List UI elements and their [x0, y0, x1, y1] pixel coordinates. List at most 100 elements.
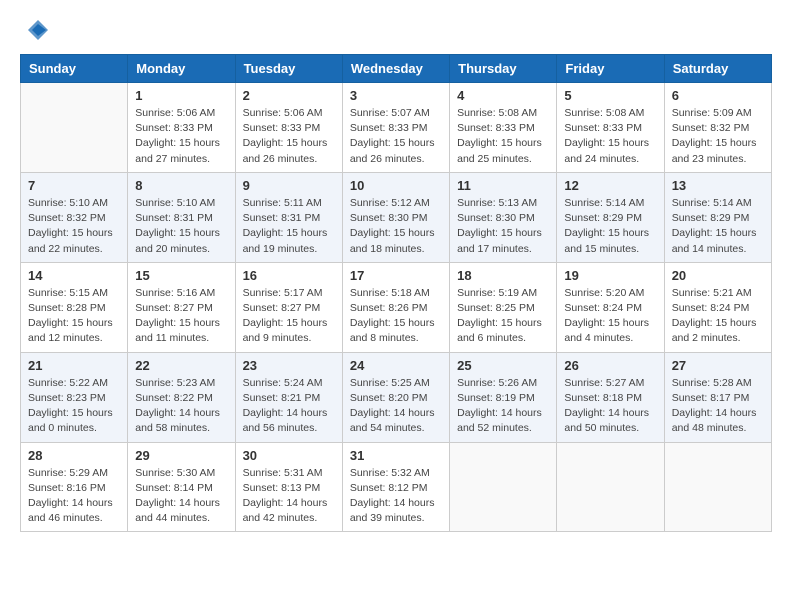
day-number: 28: [28, 448, 120, 463]
day-info: Sunrise: 5:30 AM Sunset: 8:14 PM Dayligh…: [135, 466, 227, 527]
day-number: 5: [564, 88, 656, 103]
day-info: Sunrise: 5:06 AM Sunset: 8:33 PM Dayligh…: [243, 106, 335, 167]
day-number: 29: [135, 448, 227, 463]
calendar-cell: 3 Sunrise: 5:07 AM Sunset: 8:33 PM Daylig…: [342, 83, 449, 173]
day-info: Sunrise: 5:13 AM Sunset: 8:30 PM Dayligh…: [457, 196, 549, 257]
calendar-cell: 30Sunrise: 5:31 AM Sunset: 8:13 PM Dayli…: [235, 442, 342, 532]
calendar-cell: 17 Sunrise: 5:18 AM Sunset: 8:26 PM Dayli…: [342, 262, 449, 352]
day-number: 22: [135, 358, 227, 373]
day-number: 17: [350, 268, 442, 283]
calendar-cell: 22Sunrise: 5:23 AM Sunset: 8:22 PM Dayli…: [128, 352, 235, 442]
day-info: Sunrise: 5:24 AM Sunset: 8:21 PM Dayligh…: [243, 376, 335, 437]
calendar-cell: 1 Sunrise: 5:06 AM Sunset: 8:33 PM Daylig…: [128, 83, 235, 173]
calendar-cell: [664, 442, 771, 532]
day-info: Sunrise: 5:10 AM Sunset: 8:31 PM Dayligh…: [135, 196, 227, 257]
calendar-cell: 5 Sunrise: 5:08 AM Sunset: 8:33 PM Daylig…: [557, 83, 664, 173]
day-info: Sunrise: 5:14 AM Sunset: 8:29 PM Dayligh…: [564, 196, 656, 257]
day-info: Sunrise: 5:20 AM Sunset: 8:24 PM Dayligh…: [564, 286, 656, 347]
day-number: 2: [243, 88, 335, 103]
calendar-cell: 13 Sunrise: 5:14 AM Sunset: 8:29 PM Dayli…: [664, 172, 771, 262]
day-number: 26: [564, 358, 656, 373]
day-number: 8: [135, 178, 227, 193]
col-header-tuesday: Tuesday: [235, 55, 342, 83]
col-header-sunday: Sunday: [21, 55, 128, 83]
day-number: 11: [457, 178, 549, 193]
day-number: 15: [135, 268, 227, 283]
day-info: Sunrise: 5:28 AM Sunset: 8:17 PM Dayligh…: [672, 376, 764, 437]
calendar-header-row: SundayMondayTuesdayWednesdayThursdayFrid…: [21, 55, 772, 83]
day-number: 6: [672, 88, 764, 103]
calendar-cell: 18Sunrise: 5:19 AM Sunset: 8:25 PM Dayli…: [450, 262, 557, 352]
day-number: 24: [350, 358, 442, 373]
calendar-cell: 6 Sunrise: 5:09 AM Sunset: 8:32 PM Daylig…: [664, 83, 771, 173]
calendar-cell: 9 Sunrise: 5:11 AM Sunset: 8:31 PM Daylig…: [235, 172, 342, 262]
day-number: 13: [672, 178, 764, 193]
day-info: Sunrise: 5:22 AM Sunset: 8:23 PM Dayligh…: [28, 376, 120, 437]
calendar-cell: 27 Sunrise: 5:28 AM Sunset: 8:17 PM Dayli…: [664, 352, 771, 442]
calendar-cell: 16Sunrise: 5:17 AM Sunset: 8:27 PM Dayli…: [235, 262, 342, 352]
calendar-cell: 11 Sunrise: 5:13 AM Sunset: 8:30 PM Dayli…: [450, 172, 557, 262]
col-header-thursday: Thursday: [450, 55, 557, 83]
calendar-cell: 8 Sunrise: 5:10 AM Sunset: 8:31 PM Daylig…: [128, 172, 235, 262]
calendar-table: SundayMondayTuesdayWednesdayThursdayFrid…: [20, 54, 772, 532]
day-number: 7: [28, 178, 120, 193]
day-number: 9: [243, 178, 335, 193]
day-info: Sunrise: 5:14 AM Sunset: 8:29 PM Dayligh…: [672, 196, 764, 257]
day-info: Sunrise: 5:08 AM Sunset: 8:33 PM Dayligh…: [457, 106, 549, 167]
day-info: Sunrise: 5:21 AM Sunset: 8:24 PM Dayligh…: [672, 286, 764, 347]
page-header: [20, 20, 772, 44]
day-number: 27: [672, 358, 764, 373]
calendar-cell: 10Sunrise: 5:12 AM Sunset: 8:30 PM Dayli…: [342, 172, 449, 262]
calendar-week-row: 28 Sunrise: 5:29 AM Sunset: 8:16 PM Dayli…: [21, 442, 772, 532]
day-info: Sunrise: 5:27 AM Sunset: 8:18 PM Dayligh…: [564, 376, 656, 437]
calendar-week-row: 21 Sunrise: 5:22 AM Sunset: 8:23 PM Dayli…: [21, 352, 772, 442]
day-number: 1: [135, 88, 227, 103]
day-number: 16: [243, 268, 335, 283]
day-info: Sunrise: 5:07 AM Sunset: 8:33 PM Dayligh…: [350, 106, 442, 167]
col-header-friday: Friday: [557, 55, 664, 83]
calendar-cell: 25Sunrise: 5:26 AM Sunset: 8:19 PM Dayli…: [450, 352, 557, 442]
day-info: Sunrise: 5:10 AM Sunset: 8:32 PM Dayligh…: [28, 196, 120, 257]
day-info: Sunrise: 5:31 AM Sunset: 8:13 PM Dayligh…: [243, 466, 335, 527]
calendar-cell: 24 Sunrise: 5:25 AM Sunset: 8:20 PM Dayli…: [342, 352, 449, 442]
calendar-cell: 28 Sunrise: 5:29 AM Sunset: 8:16 PM Dayli…: [21, 442, 128, 532]
col-header-monday: Monday: [128, 55, 235, 83]
day-number: 20: [672, 268, 764, 283]
day-info: Sunrise: 5:08 AM Sunset: 8:33 PM Dayligh…: [564, 106, 656, 167]
logo: [20, 20, 52, 44]
day-info: Sunrise: 5:32 AM Sunset: 8:12 PM Dayligh…: [350, 466, 442, 527]
col-header-wednesday: Wednesday: [342, 55, 449, 83]
calendar-cell: 23Sunrise: 5:24 AM Sunset: 8:21 PM Dayli…: [235, 352, 342, 442]
day-info: Sunrise: 5:19 AM Sunset: 8:25 PM Dayligh…: [457, 286, 549, 347]
calendar-cell: 31 Sunrise: 5:32 AM Sunset: 8:12 PM Dayli…: [342, 442, 449, 532]
day-number: 21: [28, 358, 120, 373]
calendar-cell: 14 Sunrise: 5:15 AM Sunset: 8:28 PM Dayli…: [21, 262, 128, 352]
day-info: Sunrise: 5:16 AM Sunset: 8:27 PM Dayligh…: [135, 286, 227, 347]
col-header-saturday: Saturday: [664, 55, 771, 83]
day-number: 14: [28, 268, 120, 283]
day-number: 31: [350, 448, 442, 463]
calendar-cell: 20 Sunrise: 5:21 AM Sunset: 8:24 PM Dayli…: [664, 262, 771, 352]
calendar-cell: 29 Sunrise: 5:30 AM Sunset: 8:14 PM Dayli…: [128, 442, 235, 532]
day-info: Sunrise: 5:29 AM Sunset: 8:16 PM Dayligh…: [28, 466, 120, 527]
calendar-cell: 12Sunrise: 5:14 AM Sunset: 8:29 PM Dayli…: [557, 172, 664, 262]
calendar-cell: 7 Sunrise: 5:10 AM Sunset: 8:32 PM Daylig…: [21, 172, 128, 262]
calendar-cell: 2 Sunrise: 5:06 AM Sunset: 8:33 PM Daylig…: [235, 83, 342, 173]
day-info: Sunrise: 5:12 AM Sunset: 8:30 PM Dayligh…: [350, 196, 442, 257]
calendar-week-row: 14 Sunrise: 5:15 AM Sunset: 8:28 PM Dayli…: [21, 262, 772, 352]
day-number: 25: [457, 358, 549, 373]
day-info: Sunrise: 5:25 AM Sunset: 8:20 PM Dayligh…: [350, 376, 442, 437]
day-info: Sunrise: 5:09 AM Sunset: 8:32 PM Dayligh…: [672, 106, 764, 167]
day-number: 3: [350, 88, 442, 103]
calendar-cell: [21, 83, 128, 173]
day-number: 4: [457, 88, 549, 103]
calendar-cell: 26 Sunrise: 5:27 AM Sunset: 8:18 PM Dayli…: [557, 352, 664, 442]
day-info: Sunrise: 5:18 AM Sunset: 8:26 PM Dayligh…: [350, 286, 442, 347]
calendar-week-row: 7 Sunrise: 5:10 AM Sunset: 8:32 PM Daylig…: [21, 172, 772, 262]
calendar-cell: [450, 442, 557, 532]
day-info: Sunrise: 5:06 AM Sunset: 8:33 PM Dayligh…: [135, 106, 227, 167]
calendar-cell: 21 Sunrise: 5:22 AM Sunset: 8:23 PM Dayli…: [21, 352, 128, 442]
day-info: Sunrise: 5:15 AM Sunset: 8:28 PM Dayligh…: [28, 286, 120, 347]
day-info: Sunrise: 5:11 AM Sunset: 8:31 PM Dayligh…: [243, 196, 335, 257]
calendar-cell: 4 Sunrise: 5:08 AM Sunset: 8:33 PM Daylig…: [450, 83, 557, 173]
